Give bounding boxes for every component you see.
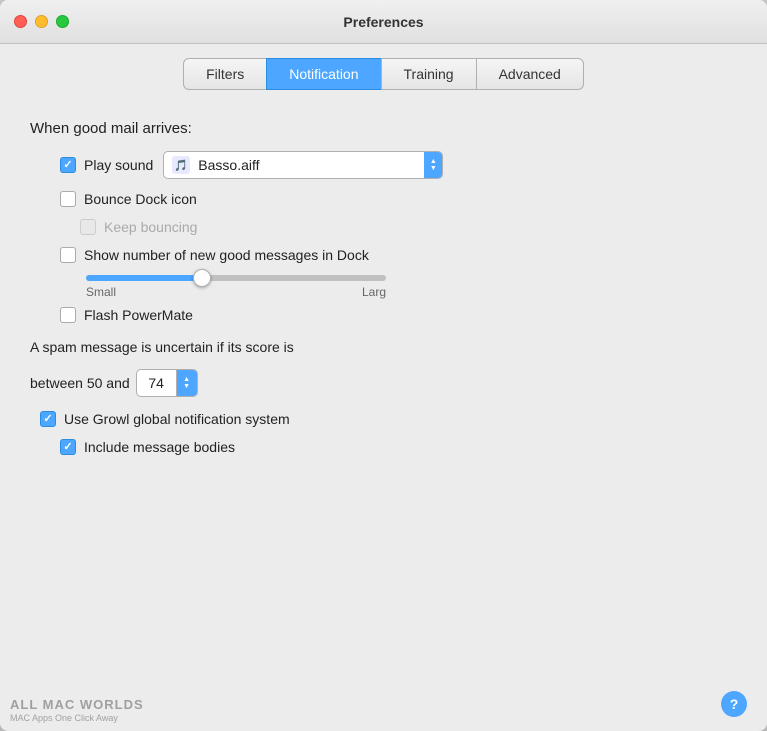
growl-checkbox[interactable] <box>40 411 56 427</box>
watermark-logo: ALL MAC WORLDS <box>10 697 144 712</box>
preferences-window: Preferences Filters Notification Trainin… <box>0 0 767 731</box>
spam-section: A spam message is uncertain if its score… <box>30 339 737 397</box>
keep-bouncing-row: Keep bouncing <box>80 219 737 235</box>
watermark: ALL MAC WORLDS MAC Apps One Click Away <box>10 697 144 723</box>
bounce-dock-checkbox[interactable] <box>60 191 76 207</box>
notification-panel: When good mail arrives: Play sound 🎵 Bas… <box>0 100 767 487</box>
slider-container: Small Larg <box>86 275 737 299</box>
slider-thumb[interactable] <box>193 269 211 287</box>
spam-text1: A spam message is uncertain if its score… <box>30 339 294 355</box>
spam-value: 74 <box>137 370 177 396</box>
tab-notification[interactable]: Notification <box>266 58 380 90</box>
slider-small-label: Small <box>86 285 116 299</box>
watermark-text1: ALL MAC WORLDS <box>10 697 144 712</box>
flash-powermate-row: Flash PowerMate <box>60 307 737 323</box>
sound-file-icon: 🎵 <box>172 156 190 174</box>
message-bodies-row: Include message bodies <box>60 439 737 455</box>
tabs: Filters Notification Training Advanced <box>0 44 767 100</box>
watermark-text2: MAC Apps One Click Away <box>10 713 118 723</box>
flash-powermate-label: Flash PowerMate <box>84 307 193 323</box>
minimize-button[interactable] <box>35 15 48 28</box>
slider-fill <box>86 275 201 281</box>
sound-name: Basso.aiff <box>198 157 434 173</box>
spam-text2: between 50 and <box>30 375 130 391</box>
show-number-label: Show number of new good messages in Dock <box>84 247 369 263</box>
flash-powermate-checkbox[interactable] <box>60 307 76 323</box>
spam-value-row: between 50 and 74 <box>30 369 737 397</box>
sound-select[interactable]: 🎵 Basso.aiff <box>163 151 443 179</box>
titlebar: Preferences <box>0 0 767 44</box>
help-button[interactable]: ? <box>721 691 747 717</box>
main-content: When good mail arrives: Play sound 🎵 Bas… <box>0 100 767 731</box>
slider-labels: Small Larg <box>86 285 386 299</box>
tab-advanced[interactable]: Advanced <box>476 58 584 90</box>
traffic-lights <box>14 15 69 28</box>
message-bodies-label: Include message bodies <box>84 439 235 455</box>
tab-filters[interactable]: Filters <box>183 58 266 90</box>
keep-bouncing-checkbox[interactable] <box>80 219 96 235</box>
show-number-checkbox[interactable] <box>60 247 76 263</box>
sound-stepper[interactable] <box>424 152 442 178</box>
bounce-dock-label: Bounce Dock icon <box>84 191 197 207</box>
close-button[interactable] <box>14 15 27 28</box>
show-number-row: Show number of new good messages in Dock <box>60 247 737 263</box>
play-sound-row: Play sound 🎵 Basso.aiff <box>60 151 737 179</box>
play-sound-checkbox[interactable] <box>60 157 76 173</box>
bounce-dock-row: Bounce Dock icon <box>60 191 737 207</box>
spam-row: A spam message is uncertain if its score… <box>30 339 737 355</box>
spam-arrows[interactable] <box>177 370 197 396</box>
keep-bouncing-label: Keep bouncing <box>104 219 197 235</box>
tab-training[interactable]: Training <box>381 58 476 90</box>
growl-row: Use Growl global notification system <box>40 411 737 427</box>
message-bodies-checkbox[interactable] <box>60 439 76 455</box>
growl-label: Use Growl global notification system <box>64 411 290 427</box>
spam-number-stepper[interactable]: 74 <box>136 369 198 397</box>
section-title: When good mail arrives: <box>30 120 737 137</box>
maximize-button[interactable] <box>56 15 69 28</box>
play-sound-label: Play sound <box>84 157 153 173</box>
slider-large-label: Larg <box>362 285 386 299</box>
window-title: Preferences <box>343 14 423 30</box>
slider-track <box>86 275 386 281</box>
